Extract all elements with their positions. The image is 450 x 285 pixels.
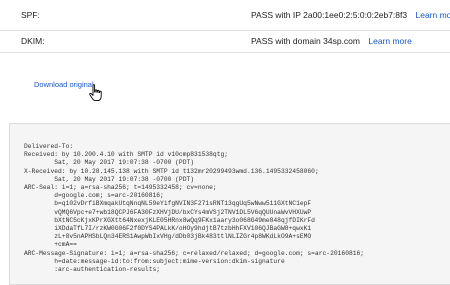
original-message-source: Delivered-To: Received: by 10.200.4.10 w… <box>24 143 364 274</box>
raw-line: Received: by 10.200.4.10 with SMTP id v1… <box>24 151 229 159</box>
raw-line: vQMQ6Vpc+e7+wb18QCPJ6FA30FzXHVjDU/bxCYs4… <box>24 208 312 216</box>
raw-line: h=date:message-id:to:from:subject:mime-v… <box>24 257 285 265</box>
raw-line: b=q102vDrfiBXmqakUtqNnqNL59eYifgNVIN3F27… <box>24 200 312 208</box>
dkim-learn-more-link[interactable]: Learn more <box>368 36 411 46</box>
raw-line: bXtNC5cKjxKPrXGXtt64NxexjKLE05HRnx8wQq9F… <box>24 216 315 224</box>
dkim-value: PASS with domain 34sp.com <box>251 36 360 46</box>
download-original-link[interactable]: Download original <box>34 80 94 89</box>
raw-line: Sat, 20 May 2017 19:07:38 -0700 (PDT) <box>24 159 195 167</box>
dkim-value-cell: PASS with domain 34sp.com Learn more <box>251 36 412 46</box>
spf-label: SPF: <box>21 10 40 20</box>
raw-line: Delivered-To: <box>24 143 74 150</box>
raw-line: Sat, 20 May 2017 19:07:38 -0700 (PDT) <box>24 175 195 183</box>
original-message-panel: Delivered-To: Received: by 10.200.4.10 w… <box>9 123 450 285</box>
raw-line: X-Received: by 10.28.145.138 with SMTP i… <box>24 167 319 175</box>
raw-line: +cmA== <box>24 241 77 249</box>
raw-line: zL+8v5nAPHSbLQn34ERS1AwpWbIxVHg/dDb03jBk… <box>24 233 312 241</box>
spf-value: PASS with IP 2a00:1ee0:2:5:0:0:2eb7:8f3 <box>251 10 408 20</box>
raw-line: d=google.com; s=arc-20160816; <box>24 192 164 200</box>
raw-line: iXDdaTfL7I/rzKW0G06F2f0DYS4PALkK/oHOy9hd… <box>24 225 312 233</box>
spf-row: SPF: PASS with IP 2a00:1ee0:2:5:0:0:2eb7… <box>0 0 450 31</box>
raw-line: ARC-Message-Signature: i=1; a=rsa-sha256… <box>24 249 365 257</box>
spf-learn-more-link[interactable]: Learn more <box>415 10 450 20</box>
hand-pointer-icon <box>89 84 102 102</box>
dkim-row: DKIM: PASS with domain 34sp.com Learn mo… <box>0 30 450 53</box>
dkim-label: DKIM: <box>21 36 45 46</box>
raw-line: ARC-Seal: i=1; a=rsa-sha256; t=149533245… <box>24 184 217 192</box>
spf-value-cell: PASS with IP 2a00:1ee0:2:5:0:0:2eb7:8f3 … <box>251 10 450 20</box>
